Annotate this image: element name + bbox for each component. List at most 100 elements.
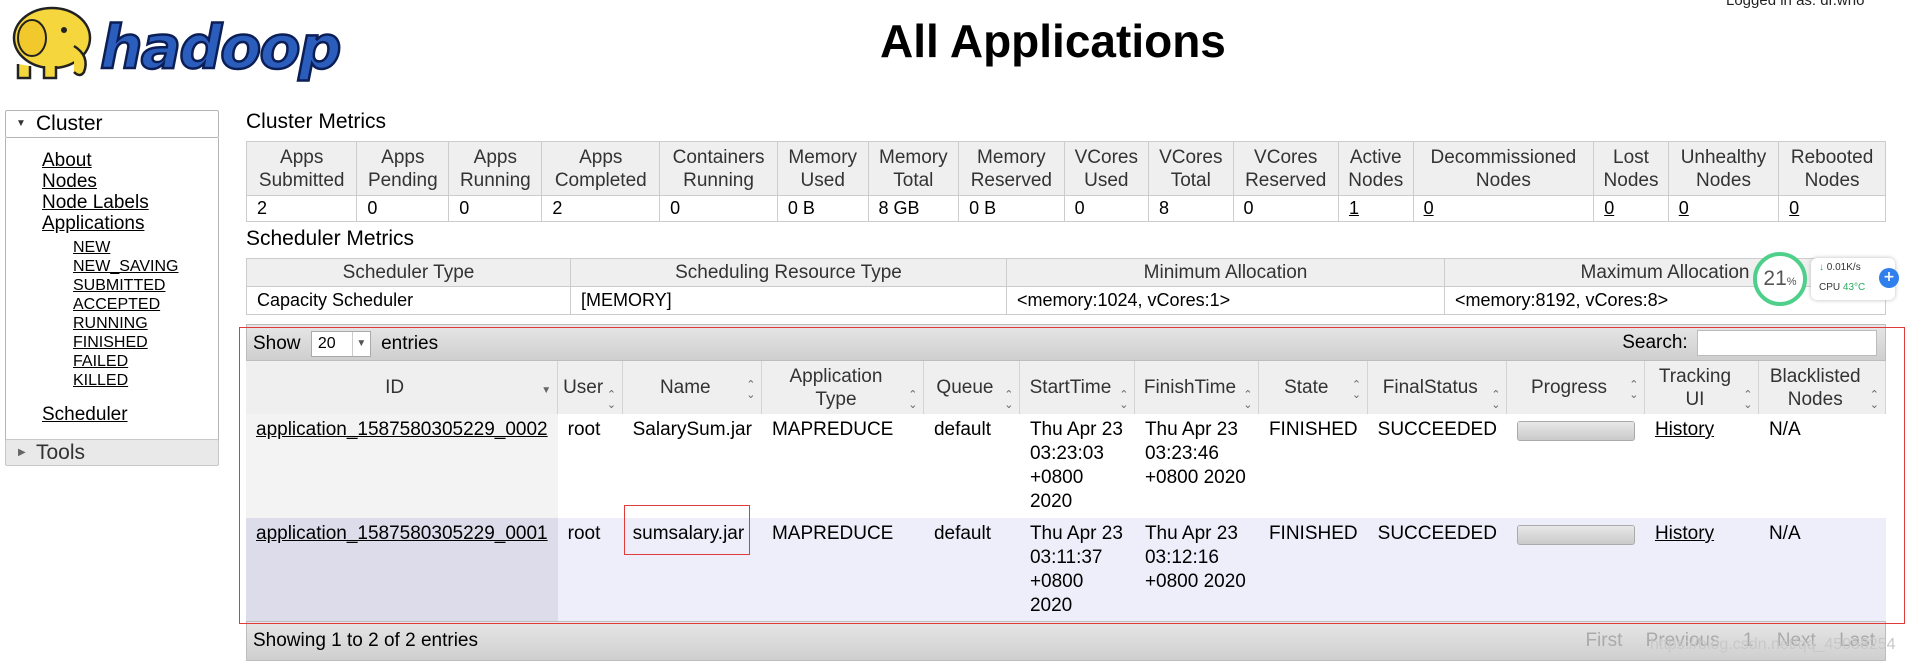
progress-fill [1517, 526, 1634, 544]
cluster-label: Cluster [36, 112, 103, 135]
col-apps-running: Apps Running [448, 141, 543, 196]
type-cell: MAPREDUCE [761, 414, 924, 518]
nav-state-failed-link[interactable]: FAILED [73, 353, 128, 371]
blacklisted-nodes-cell: N/A [1758, 518, 1886, 622]
col-state[interactable]: State ⌃ ⌄ [1258, 361, 1369, 414]
table-row: application_1587580305229_0001 root sums… [246, 518, 1886, 622]
col-id[interactable]: ID ▼ [246, 361, 559, 414]
col-queue[interactable]: Queue ⌃ ⌄ [923, 361, 1021, 414]
page-size-select[interactable]: 20 ▼ [310, 331, 371, 357]
search-label: Search: [1622, 332, 1688, 354]
nav-state-submitted-link[interactable]: SUBMITTED [73, 277, 165, 295]
finish-time-cell: Thu Apr 23 03:12:16 +0800 2020 [1134, 518, 1259, 622]
unhealthy-nodes-link[interactable]: 0 [1679, 198, 1689, 218]
apps-pending-value: 0 [356, 195, 450, 222]
user-cell: root [557, 414, 623, 518]
state-cell: FINISHED [1258, 414, 1368, 518]
col-tracking-ui[interactable]: Tracking UI ⌃ ⌄ [1644, 361, 1760, 414]
col-user[interactable]: User ⌃ ⌄ [557, 361, 624, 414]
col-start-time[interactable]: StartTime ⌃ ⌄ [1019, 361, 1136, 414]
apps-table-toolbar: Show 20 ▼ entries Search: [246, 324, 1886, 361]
download-arrow-icon: ↓ [1819, 262, 1824, 273]
plus-icon[interactable]: + [1879, 268, 1899, 288]
name-cell: sumsalary.jar [622, 518, 762, 622]
nav-state-running-link[interactable]: RUNNING [73, 315, 148, 333]
apps-table-footer: Showing 1 to 2 of 2 entries First Previo… [246, 621, 1886, 661]
vcores-total-value: 8 [1148, 195, 1234, 222]
scheduler-metrics-values-row: Capacity Scheduler [MEMORY] <memory:1024… [246, 286, 1886, 315]
decommissioned-nodes-link[interactable]: 0 [1424, 198, 1434, 218]
memory-reserved-value: 0 B [958, 195, 1065, 222]
minimum-allocation-value: <memory:1024, vCores:1> [1006, 286, 1445, 315]
app-id-cell: application_1587580305229_0001 [246, 518, 558, 622]
triangle-down-icon: ▼ [16, 118, 26, 129]
nav-state-killed-link[interactable]: KILLED [73, 372, 128, 390]
col-unhealthy-nodes: Unhealthy Nodes [1667, 141, 1780, 196]
col-progress[interactable]: Progress ⌃ ⌄ [1506, 361, 1646, 414]
app-id-link[interactable]: application_1587580305229_0001 [256, 523, 548, 544]
user-cell: root [557, 518, 623, 622]
search-control: Search: [1622, 330, 1877, 356]
nav-applications-link[interactable]: Applications [42, 213, 144, 235]
col-apps-submitted: Apps Submitted [245, 141, 358, 196]
col-containers-running: Containers Running [659, 141, 778, 196]
cpu-temperature: CPU 43°C [1819, 282, 1866, 293]
rebooted-nodes-link[interactable]: 0 [1789, 198, 1799, 218]
sort-icon: ⌃ ⌄ [1351, 379, 1362, 401]
col-decommissioned-nodes: Decommissioned Nodes [1412, 141, 1595, 196]
memory-total-value: 8 GB [867, 195, 960, 222]
show-label: Show [253, 333, 301, 355]
col-rebooted-nodes: Rebooted Nodes [1778, 141, 1886, 196]
hadoop-logo: hadoop [12, 6, 343, 84]
search-input[interactable] [1697, 330, 1877, 356]
vcores-reserved-value: 0 [1232, 195, 1339, 222]
table-info: Showing 1 to 2 of 2 entries [253, 630, 478, 651]
page-length-control: Show 20 ▼ entries [253, 331, 438, 357]
progress-cell [1506, 414, 1645, 518]
scheduler-type-value: Capacity Scheduler [246, 286, 571, 315]
col-name[interactable]: Name ⌃ ⌄ [622, 361, 763, 414]
vcores-used-value: 0 [1063, 195, 1150, 222]
cluster-metrics-title: Cluster Metrics [246, 110, 387, 133]
col-scheduler-type: Scheduler Type [246, 258, 571, 287]
active-nodes-cell: 1 [1337, 195, 1414, 222]
nav-scheduler-link[interactable]: Scheduler [42, 404, 128, 426]
nav-nodes-link[interactable]: Nodes [42, 171, 97, 193]
nav-about-link[interactable]: About [42, 150, 92, 172]
type-cell: MAPREDUCE [761, 518, 924, 622]
tools-label: Tools [36, 441, 86, 464]
sort-icon: ⌃ ⌄ [1119, 389, 1129, 411]
col-final-status[interactable]: FinalStatus ⌃ ⌄ [1367, 361, 1508, 414]
state-cell: FINISHED [1258, 518, 1368, 622]
tools-accordion-header[interactable]: ▶ Tools [5, 439, 219, 466]
col-minimum-allocation: Minimum Allocation [1006, 258, 1445, 287]
first-page-button[interactable]: First [1585, 630, 1622, 651]
nav-state-new-link[interactable]: NEW [73, 239, 110, 257]
app-id-link[interactable]: application_1587580305229_0002 [256, 419, 548, 440]
col-application-type[interactable]: Application Type ⌃ ⌄ [761, 361, 925, 414]
col-finish-time[interactable]: FinishTime ⌃ ⌄ [1134, 361, 1260, 414]
cpu-monitor-widget[interactable]: 21% ↓ 0.01K/s CPU 43°C + [1753, 252, 1905, 306]
progress-bar [1516, 525, 1635, 545]
apps-completed-value: 2 [541, 195, 661, 222]
memory-used-value: 0 B [776, 195, 869, 222]
logged-in-user: Logged in as: dr.who [1726, 0, 1865, 9]
lost-nodes-link[interactable]: 0 [1604, 198, 1614, 218]
active-nodes-link[interactable]: 1 [1349, 198, 1359, 218]
sort-icon: ⌃ ⌄ [606, 389, 617, 411]
col-lost-nodes: Lost Nodes [1593, 141, 1669, 196]
triangle-right-icon: ▶ [18, 447, 26, 458]
col-blacklisted-nodes[interactable]: Blacklisted Nodes ⌃ ⌄ [1758, 361, 1886, 414]
nav-node-labels-link[interactable]: Node Labels [42, 192, 149, 214]
queue-cell: default [923, 414, 1020, 518]
nav-state-new-saving-link[interactable]: NEW_SAVING [73, 258, 179, 276]
lost-nodes-cell: 0 [1593, 195, 1669, 222]
cluster-metrics-table: Apps Submitted Apps Pending Apps Running Ap… [245, 141, 1886, 222]
nav-state-finished-link[interactable]: FINISHED [73, 334, 148, 352]
history-link[interactable]: History [1655, 523, 1714, 544]
cluster-accordion-header[interactable]: ▼ Cluster [5, 110, 219, 138]
nav-state-accepted-link[interactable]: ACCEPTED [73, 296, 160, 314]
history-link[interactable]: History [1655, 419, 1714, 440]
sort-desc-icon: ▼ [541, 385, 552, 396]
progress-bar [1516, 421, 1635, 441]
